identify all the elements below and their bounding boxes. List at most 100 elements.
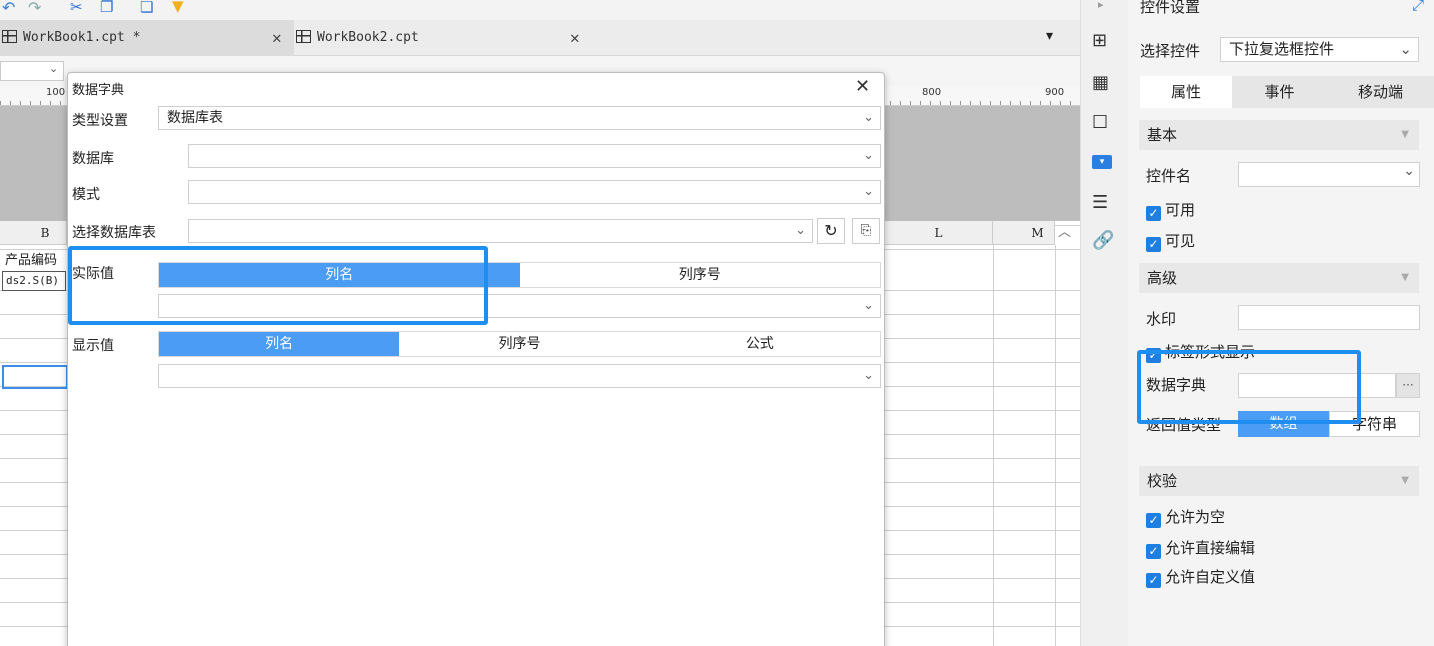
tab-workbook2[interactable]: WorkBook2.cpt ✕: [296, 20, 590, 56]
section-basic[interactable]: 基本 ▼: [1139, 120, 1419, 150]
control-name-label: 控件名: [1146, 167, 1192, 185]
type-select-value: 数据库表: [167, 110, 223, 126]
select-control-dropdown[interactable]: 下拉复选框控件 ⌄: [1220, 37, 1419, 62]
schema-label: 模式: [72, 187, 100, 203]
section-basic-title: 基本: [1147, 126, 1178, 144]
close-icon[interactable]: ✕: [855, 76, 870, 97]
preview-icon: ⎘: [860, 223, 872, 238]
dropdown-widget-icon[interactable]: ▾: [1092, 155, 1112, 169]
ruler-mark: 100: [44, 87, 68, 98]
select-control-value: 下拉复选框控件: [1229, 40, 1335, 58]
copy-icon[interactable]: ❐: [100, 0, 113, 16]
chevron-down-icon: ⌄: [863, 368, 874, 383]
ruler-mark: 900: [1043, 87, 1067, 98]
close-tab-icon[interactable]: ✕: [570, 20, 580, 56]
database-select[interactable]: ⌄: [188, 144, 881, 168]
tab-mobile[interactable]: 移动端: [1327, 76, 1434, 108]
watermark-label: 水印: [1146, 310, 1177, 328]
workbook-grid-icon: [2, 30, 17, 43]
allow-custom-checkbox[interactable]: ✓ 允许自定义值: [1146, 566, 1255, 588]
type-setting-label: 类型设置: [72, 113, 128, 129]
tab-workbook2-label: WorkBook2.cpt: [317, 30, 419, 45]
display-value-mode-toggle: 列名 列序号 公式: [158, 331, 881, 357]
redo-icon[interactable]: ↷: [28, 0, 41, 17]
font-size-select[interactable]: ⌄: [0, 61, 64, 81]
ruler-mark: 800: [920, 87, 944, 98]
display-mode-column-name[interactable]: 列名: [159, 332, 400, 356]
tab-properties[interactable]: 属性: [1140, 76, 1232, 108]
display-mode-column-index[interactable]: 列序号: [399, 332, 639, 356]
allow-empty-checkbox[interactable]: ✓ 允许为空: [1146, 506, 1225, 528]
section-validate[interactable]: 校验 ▼: [1139, 466, 1419, 496]
tab-workbook1-label: WorkBook1.cpt *: [23, 30, 141, 45]
chevron-down-icon: ⌄: [795, 223, 806, 238]
section-advanced[interactable]: 高级 ▼: [1139, 263, 1419, 293]
database-label: 数据库: [72, 151, 114, 167]
link-icon[interactable]: 🔗: [1092, 230, 1114, 251]
checkbox-checked-icon: ✓: [1146, 513, 1161, 528]
close-tab-icon[interactable]: ✕: [272, 20, 282, 56]
checkbox-checked-icon: ✓: [1146, 544, 1161, 559]
top-toolbar: ↶ ↷ ✂ ❐ ❏ ▼: [0, 0, 1080, 20]
cell-b-header[interactable]: 产品编码: [5, 249, 57, 268]
frame-icon[interactable]: ☐: [1092, 112, 1108, 133]
widget-settings-icon[interactable]: ▦: [1092, 72, 1109, 93]
format-painter-icon[interactable]: ▼: [172, 0, 184, 15]
collapse-icon: ▼: [1401, 272, 1409, 283]
section-advanced-title: 高级: [1147, 269, 1178, 287]
chevron-down-icon: ⌄: [863, 184, 874, 199]
refresh-button[interactable]: ↻: [817, 218, 845, 244]
tab-menu-icon[interactable]: ▾: [1046, 28, 1053, 44]
display-value-select[interactable]: ⌄: [158, 364, 881, 388]
type-select[interactable]: 数据库表 ⌄: [158, 106, 881, 130]
data-dictionary-dialog: 数据字典 ✕ 类型设置 数据库表 ⌄ 数据库 ⌄ 模式 ⌄ 选择数据库表 ⌄ ↻…: [67, 72, 885, 646]
watermark-input[interactable]: [1238, 305, 1420, 330]
workbook-tab-bar: WorkBook1.cpt * ✕ WorkBook2.cpt ✕ ▾: [0, 20, 1080, 56]
scroll-up-icon[interactable]: ︿: [1058, 221, 1071, 240]
dialog-title: 数据字典: [72, 83, 125, 98]
display-value-label: 显示值: [72, 338, 114, 354]
collapse-icon: ▼: [1401, 475, 1409, 486]
undo-icon[interactable]: ↶: [2, 0, 15, 17]
allow-edit-checkbox[interactable]: ✓ 允许直接编辑: [1146, 537, 1255, 559]
column-header-b[interactable]: B: [0, 221, 67, 245]
panel-title: 控件设置: [1140, 0, 1201, 16]
column-header-l[interactable]: L: [885, 221, 993, 245]
control-name-input[interactable]: ⌄: [1238, 162, 1420, 187]
preview-button[interactable]: ⎘: [852, 218, 880, 244]
workbook-grid-icon: [296, 30, 311, 43]
cell-b-formula[interactable]: ds2.S(B): [2, 271, 66, 291]
collapse-arrow-icon[interactable]: ▸: [1098, 0, 1104, 11]
chevron-down-icon: ⌄: [1399, 40, 1412, 58]
actual-mode-column-index[interactable]: 列序号: [520, 263, 881, 287]
layout-icon[interactable]: ⊞: [1092, 30, 1107, 51]
tab-events[interactable]: 事件: [1232, 76, 1327, 108]
side-icon-strip: [1080, 0, 1128, 646]
checkbox-checked-icon: ✓: [1146, 206, 1161, 221]
chevron-down-icon: ⌄: [863, 298, 874, 313]
visible-checkbox[interactable]: ✓ 可见: [1146, 230, 1195, 252]
enabled-checkbox[interactable]: ✓ 可用: [1146, 199, 1195, 221]
selected-cell[interactable]: [2, 365, 68, 389]
chevron-down-icon: ⌄: [1403, 163, 1415, 179]
chevron-down-icon: ⌄: [863, 148, 874, 163]
paste-icon[interactable]: ❏: [140, 0, 153, 16]
schema-select[interactable]: ⌄: [188, 180, 881, 204]
data-dictionary-more-button[interactable]: ···: [1396, 373, 1420, 398]
refresh-icon: ↻: [824, 221, 838, 240]
highlight-box-actual-value: [68, 246, 488, 325]
column-header-m[interactable]: M: [993, 221, 1055, 245]
chevron-down-icon: ⌄: [863, 110, 874, 125]
list-icon[interactable]: ☰: [1092, 192, 1108, 213]
checkbox-checked-icon: ✓: [1146, 237, 1161, 252]
section-validate-title: 校验: [1147, 472, 1178, 490]
chevron-down-icon: ⌄: [49, 62, 59, 75]
select-control-label: 选择控件: [1140, 42, 1201, 60]
tab-workbook1[interactable]: WorkBook1.cpt * ✕: [0, 20, 294, 56]
cut-icon[interactable]: ✂: [70, 0, 83, 16]
expand-icon[interactable]: ⤢: [1412, 0, 1424, 14]
display-mode-formula[interactable]: 公式: [640, 332, 880, 356]
table-select[interactable]: ⌄: [188, 219, 813, 243]
table-label: 选择数据库表: [72, 225, 156, 241]
collapse-icon: ▼: [1401, 129, 1409, 140]
